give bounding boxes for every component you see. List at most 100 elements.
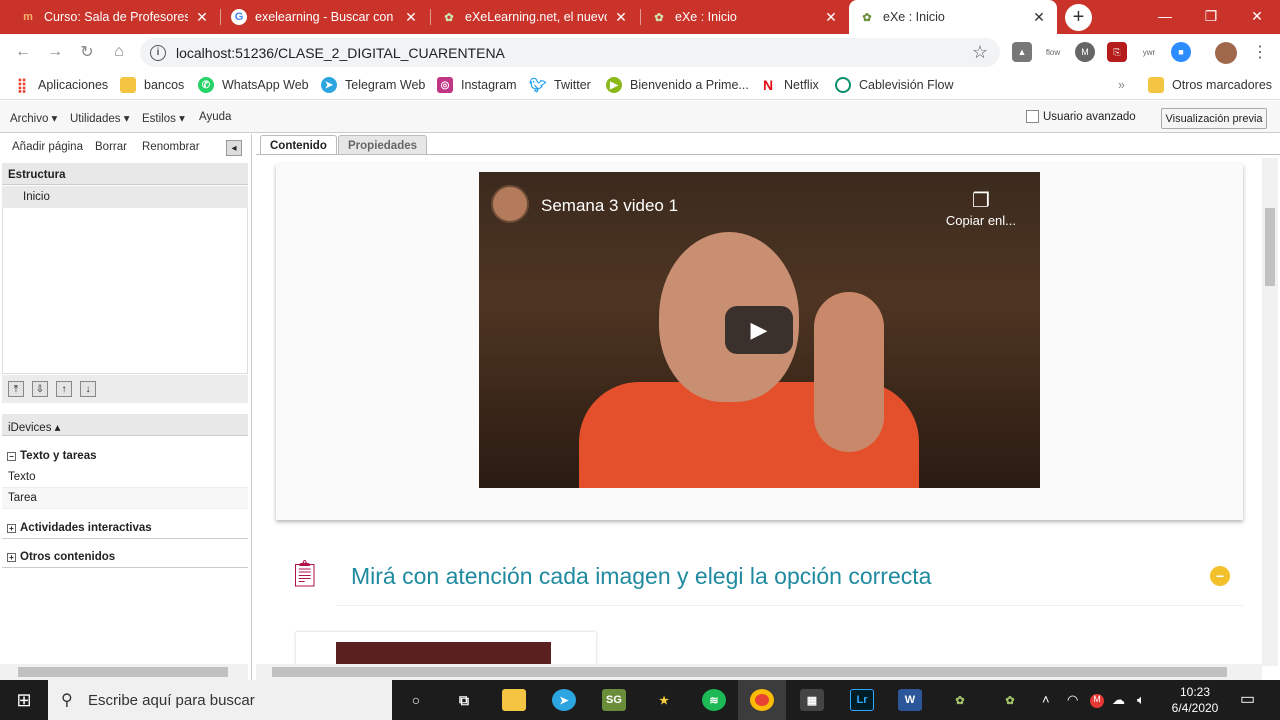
move-up-icon[interactable]: ↑ — [56, 381, 72, 397]
menu-archivo[interactable]: Archivo ▾ — [10, 111, 57, 125]
other-bookmarks[interactable]: Otros marcadores — [1148, 70, 1272, 100]
collapse-panel-icon[interactable]: ◂ — [226, 140, 242, 156]
menu-kebab-icon[interactable]: ⋮ — [1250, 42, 1270, 62]
add-page-button[interactable]: Añadir página — [12, 141, 83, 153]
taskbar-search-box[interactable]: ⚲ Escribe aquí para buscar — [48, 680, 392, 720]
category-actividades-interactivas[interactable]: + Actividades interactivas — [2, 520, 248, 536]
expand-icon[interactable]: + — [7, 552, 16, 562]
content-vertical-scrollbar[interactable] — [1262, 158, 1278, 666]
spotify-icon[interactable]: ≋ — [690, 680, 738, 720]
home-icon[interactable]: ⌂ — [108, 42, 130, 62]
restore-window-icon[interactable]: ❐ — [1188, 0, 1234, 32]
pdf-icon[interactable]: ⎘ — [1107, 42, 1127, 62]
advanced-user-toggle[interactable]: Usuario avanzado — [1026, 110, 1136, 123]
idevices-header[interactable]: iDevices ▴ — [2, 414, 248, 436]
reload-icon[interactable]: ↻ — [76, 42, 98, 62]
close-window-icon[interactable]: ✕ — [1234, 0, 1280, 32]
bookmark-cablevision[interactable]: Cablevisión Flow — [835, 70, 953, 100]
back-icon[interactable]: ← — [12, 42, 34, 62]
m-extension-icon[interactable]: M — [1075, 42, 1095, 62]
youtube-video-player[interactable]: Semana 3 video 1 ❐ Copiar enl... ▶ — [479, 172, 1040, 488]
minimize-idevice-icon[interactable]: − — [1210, 566, 1230, 586]
bookmark-star-icon[interactable]: ☆ — [972, 42, 988, 63]
move-top-icon[interactable]: ⤒ — [8, 381, 24, 397]
tree-node-inicio[interactable]: Inicio — [2, 186, 248, 208]
video-title[interactable]: Semana 3 video 1 — [541, 196, 678, 216]
minimize-window-icon[interactable]: — — [1142, 0, 1188, 32]
windows-start-icon[interactable]: ⊞ — [0, 680, 48, 720]
lightroom-icon[interactable]: Lr — [838, 680, 886, 720]
more-bookmarks[interactable]: » — [1118, 70, 1125, 100]
cortana-icon[interactable]: ○ — [392, 680, 440, 720]
browser-tab-4[interactable]: ✿ eXe : Inicio ✕ — [641, 0, 849, 34]
address-bar[interactable]: i localhost:51236/CLASE_2_DIGITAL_CUAREN… — [140, 38, 1000, 67]
move-down-icon[interactable]: ↓ — [80, 381, 96, 397]
chrome-icon[interactable] — [738, 680, 786, 720]
exe-taskbar-icon[interactable]: ✿ — [936, 680, 984, 720]
copy-link-button[interactable]: ❐ Copiar enl... — [946, 188, 1016, 228]
ywr-extension[interactable]: ywr — [1139, 42, 1159, 62]
scroll-thumb[interactable] — [18, 667, 228, 677]
close-icon[interactable]: ✕ — [194, 9, 210, 26]
notifications-icon[interactable]: ▭ — [1240, 689, 1255, 709]
drive-icon[interactable]: ▲ — [1012, 42, 1032, 62]
bookmark-whatsapp[interactable]: ✆ WhatsApp Web — [198, 70, 309, 100]
word-icon[interactable]: W — [886, 680, 934, 720]
forward-icon[interactable]: → — [44, 42, 66, 62]
bookmark-instagram[interactable]: ◎ Instagram — [437, 70, 517, 100]
play-icon[interactable]: ▶ — [725, 306, 793, 354]
content-horizontal-scrollbar[interactable] — [256, 664, 1262, 680]
bookmark-netflix[interactable]: N Netflix — [760, 70, 819, 100]
bookmark-prime[interactable]: ▶ Bienvenido a Prime... — [606, 70, 749, 100]
taskbar-clock[interactable]: 10:23 6/4/2020 — [1160, 680, 1230, 720]
left-horizontal-scrollbar[interactable] — [0, 664, 248, 680]
star-app-icon[interactable]: ★ — [640, 680, 688, 720]
category-otros-contenidos[interactable]: + Otros contenidos — [2, 549, 248, 565]
menu-estilos[interactable]: Estilos ▾ — [142, 111, 185, 125]
collapse-icon[interactable]: − — [7, 451, 16, 461]
browser-tab-5-active[interactable]: ✿ eXe : Inicio ✕ — [849, 0, 1057, 34]
delete-button[interactable]: Borrar — [95, 141, 127, 153]
close-icon[interactable]: ✕ — [613, 9, 629, 26]
wifi-icon[interactable]: ◠ — [1067, 692, 1078, 708]
profile-avatar[interactable] — [1215, 42, 1237, 64]
tab-contenido[interactable]: Contenido — [260, 135, 337, 155]
expand-icon[interactable]: + — [7, 523, 16, 533]
volume-icon[interactable]: 🔈︎ — [1137, 692, 1145, 708]
move-down-level-icon[interactable]: ⇩ — [32, 381, 48, 397]
preview-button[interactable]: Visualización previa — [1161, 108, 1267, 129]
browser-tab-1[interactable]: m Curso: Sala de Profesores ✕ — [10, 0, 220, 34]
file-explorer-icon[interactable] — [490, 680, 538, 720]
idevice-texto[interactable]: Texto — [2, 467, 248, 488]
bookmark-bancos[interactable]: bancos — [120, 70, 184, 100]
bookmark-aplicaciones[interactable]: ⣿ Aplicaciones — [14, 70, 108, 100]
scroll-thumb[interactable] — [272, 667, 1227, 677]
browser-tab-2[interactable]: G exelearning - Buscar con Go ✕ — [221, 0, 429, 34]
new-tab-button[interactable]: + — [1065, 4, 1092, 31]
tray-chevron-icon[interactable]: ˄ — [1042, 692, 1050, 707]
close-icon[interactable]: ✕ — [1031, 9, 1047, 26]
onedrive-icon[interactable]: ☁ — [1112, 692, 1125, 708]
checkbox[interactable] — [1026, 110, 1039, 123]
tab-propiedades[interactable]: Propiedades — [338, 135, 428, 155]
browser-tab-3[interactable]: ✿ eXeLearning.net, el nuevo e ✕ — [431, 0, 639, 34]
info-icon[interactable]: i — [150, 44, 166, 61]
scroll-thumb[interactable] — [1265, 208, 1275, 286]
task-view-icon[interactable]: ⧉ — [440, 680, 488, 720]
idevice-tarea[interactable]: Tarea — [2, 488, 248, 509]
bookmark-telegram[interactable]: ➤ Telegram Web — [321, 70, 425, 100]
telegram-taskbar-icon[interactable]: ➤ — [540, 680, 588, 720]
close-icon[interactable]: ✕ — [823, 9, 839, 26]
zoom-icon[interactable]: ■ — [1171, 42, 1191, 62]
nikon-app-icon[interactable]: ▦ — [788, 680, 836, 720]
channel-avatar[interactable] — [491, 185, 529, 223]
category-texto-y-tareas[interactable]: − Texto y tareas — [2, 448, 248, 464]
rename-button[interactable]: Renombrar — [142, 141, 200, 153]
flow-extension[interactable]: flow — [1043, 42, 1063, 62]
sg-app-icon[interactable]: SG — [590, 680, 638, 720]
menu-ayuda[interactable]: Ayuda — [199, 111, 231, 123]
exe-taskbar-icon-2[interactable]: ✿ — [986, 680, 1034, 720]
menu-utilidades[interactable]: Utilidades ▾ — [70, 111, 129, 125]
close-icon[interactable]: ✕ — [403, 9, 419, 26]
mega-icon[interactable]: M — [1090, 694, 1104, 708]
